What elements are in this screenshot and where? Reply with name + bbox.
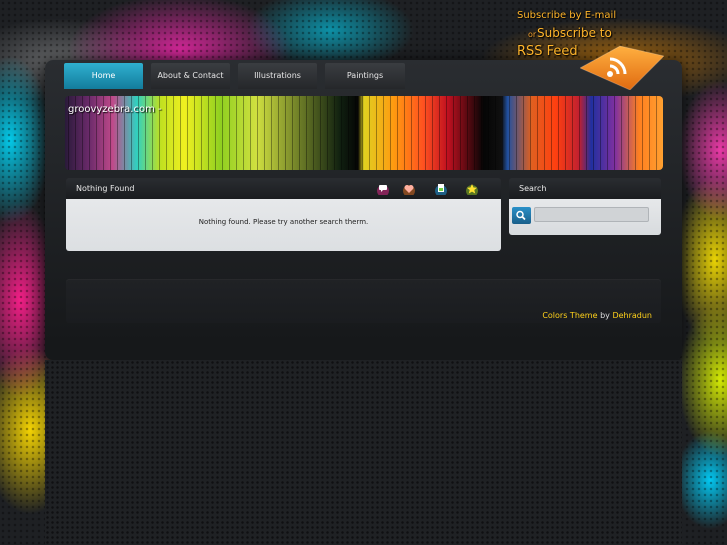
site-title[interactable]: groovyzebra.com - xyxy=(68,104,162,115)
footer-credit: Colors Theme by Dehradun xyxy=(542,311,652,320)
footer-by-text: by xyxy=(600,311,610,320)
heart-icon[interactable] xyxy=(403,183,415,195)
tab-home[interactable]: Home xyxy=(64,63,143,89)
content-heading: Nothing Found xyxy=(76,184,135,193)
subscribe-or-text: or xyxy=(528,30,537,39)
search-heading: Search xyxy=(519,184,547,193)
author-link[interactable]: Dehradun xyxy=(612,311,652,320)
rss-icon[interactable] xyxy=(580,44,664,90)
tab-illustrations[interactable]: Illustrations xyxy=(238,63,317,89)
tab-about-contact[interactable]: About & Contact xyxy=(151,63,230,89)
search-input[interactable] xyxy=(534,207,649,222)
document-icon[interactable] xyxy=(435,183,447,195)
page-lower-body xyxy=(45,360,682,545)
subscribe-email-link[interactable]: Subscribe by E-mail xyxy=(517,10,616,21)
comment-icon[interactable] xyxy=(377,183,389,195)
tab-paintings[interactable]: Paintings xyxy=(325,63,405,89)
star-icon[interactable] xyxy=(466,183,478,195)
not-found-message: Nothing found. Please try another search… xyxy=(198,218,369,226)
search-icon xyxy=(516,210,526,221)
rss-feed-link[interactable]: RSS Feed xyxy=(517,44,578,59)
search-button[interactable] xyxy=(512,207,531,224)
subscribe-to-link[interactable]: Subscribe to xyxy=(537,26,612,40)
theme-name-link[interactable]: Colors Theme xyxy=(542,311,597,320)
